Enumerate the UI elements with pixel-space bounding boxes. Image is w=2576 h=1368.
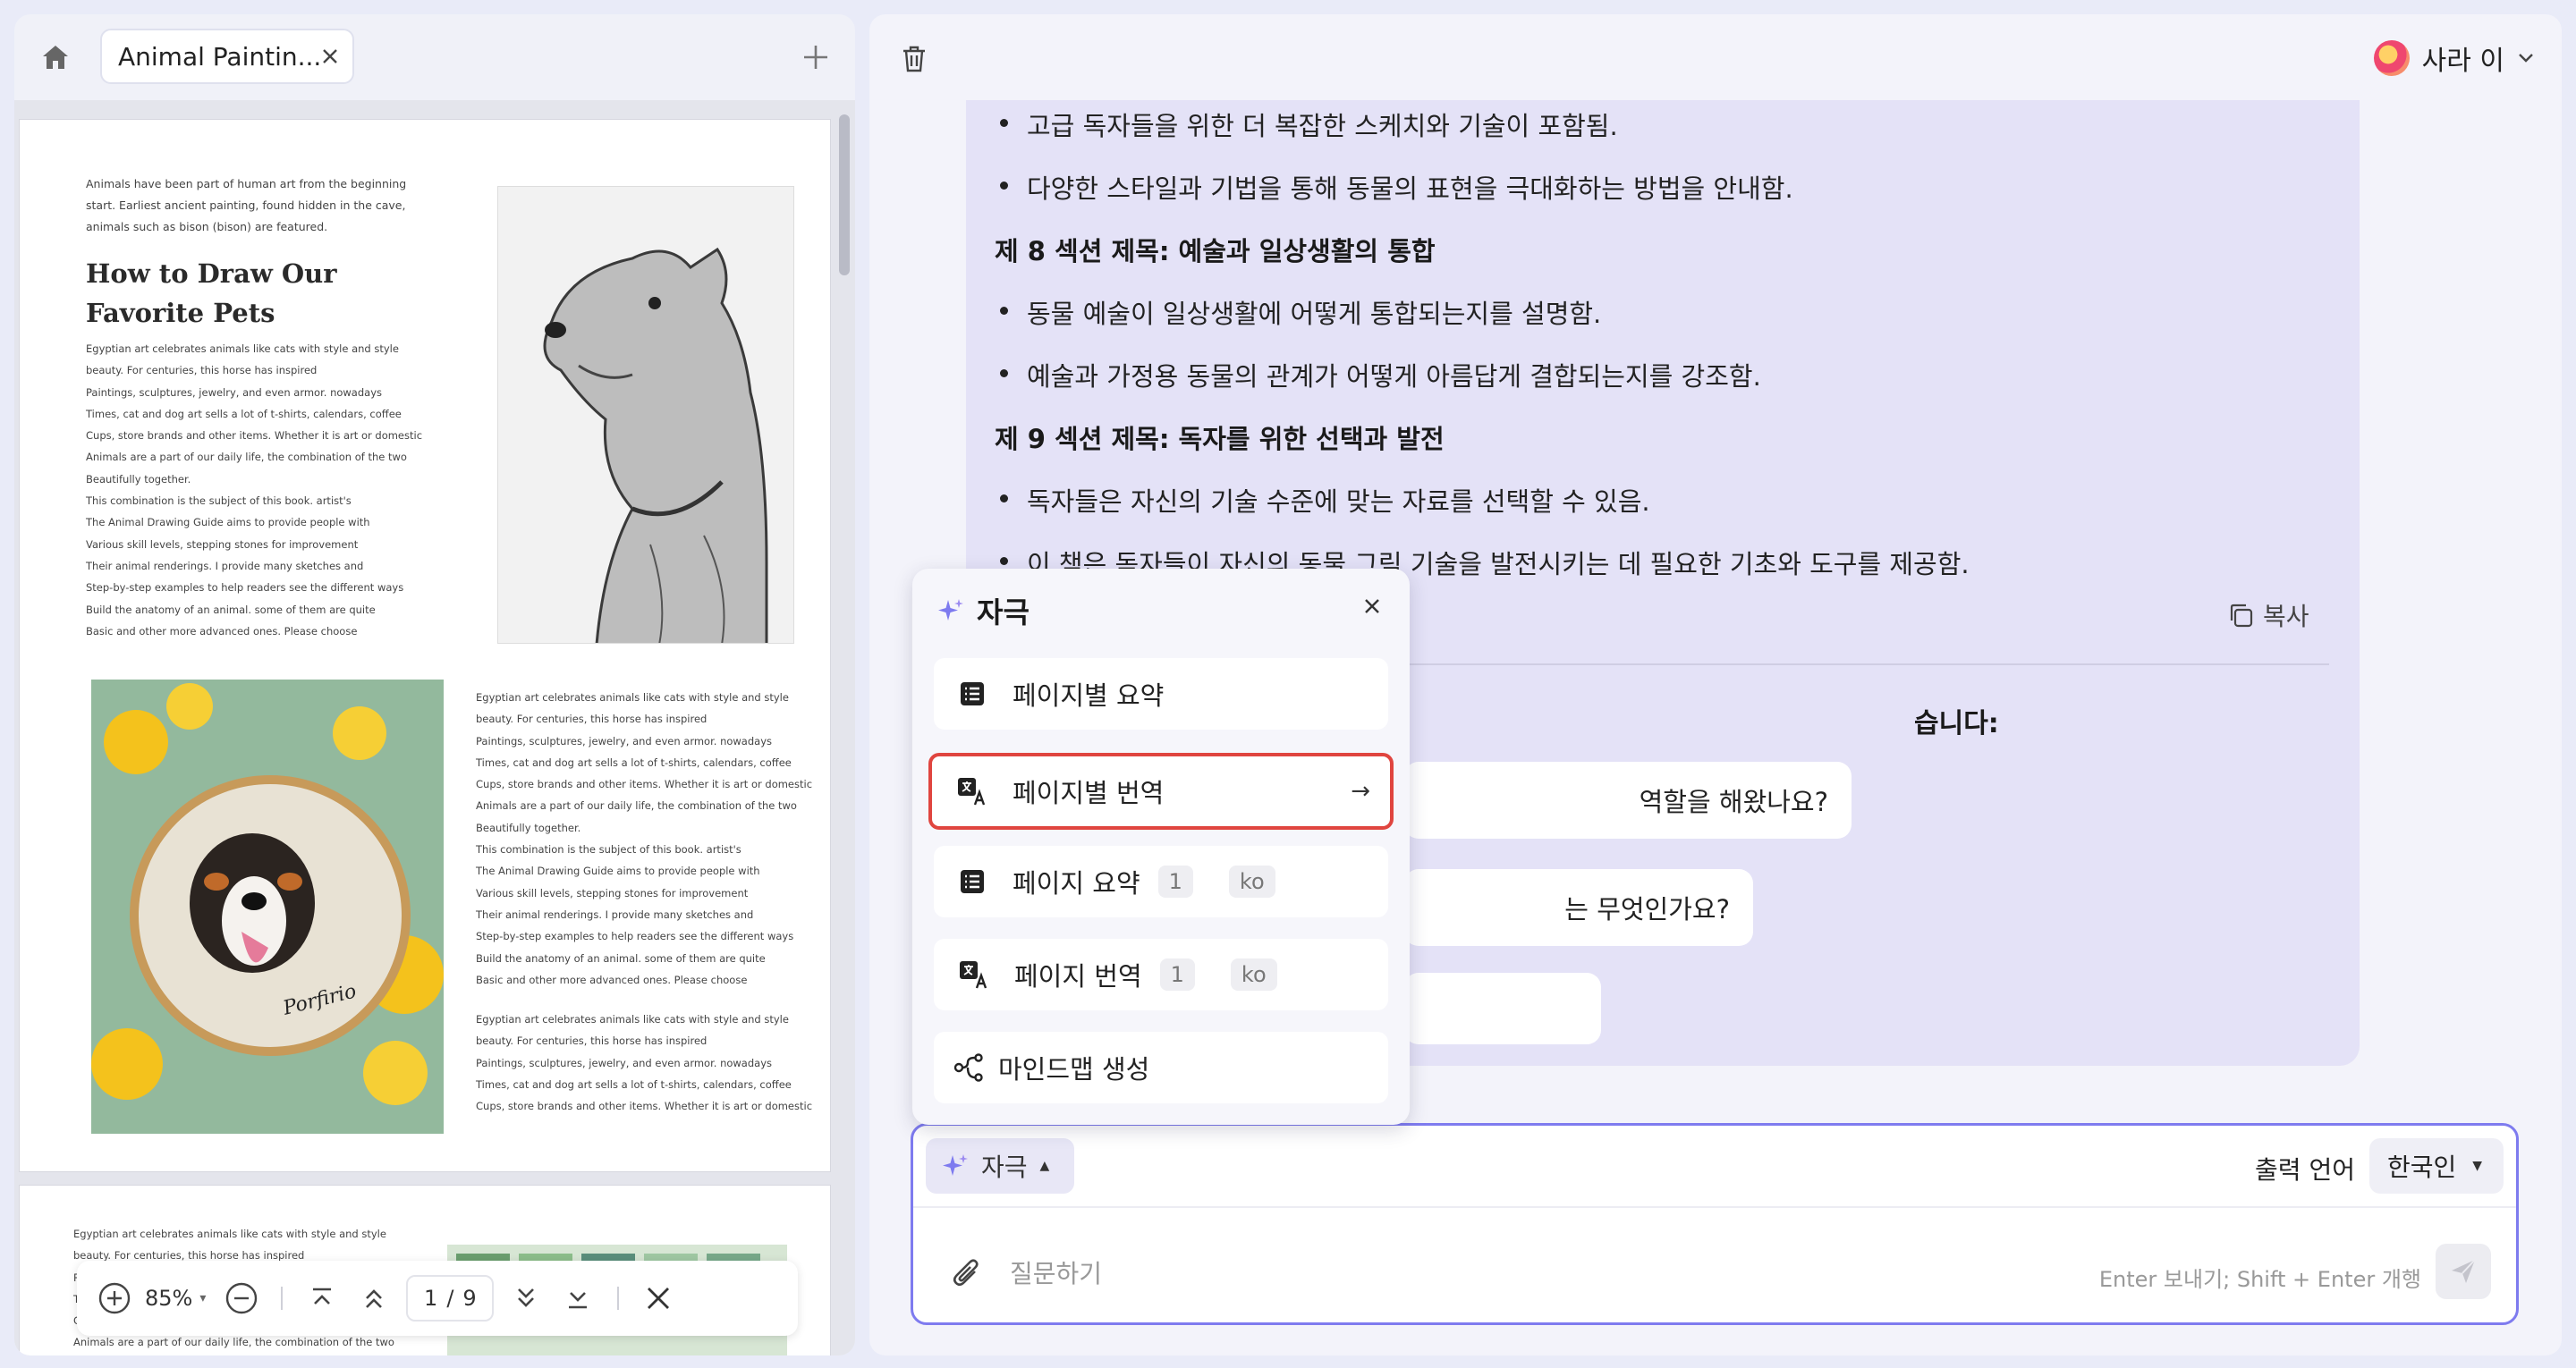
- pdf-viewer[interactable]: Animals have been part of human art from…: [14, 100, 855, 1355]
- page-separator: /: [446, 1286, 454, 1311]
- menu-item-summarize-by-page[interactable]: 페이지별 요약: [934, 658, 1388, 730]
- menu-item-label: 페이지별 번역: [1013, 778, 1165, 808]
- next-page-icon[interactable]: [506, 1279, 546, 1318]
- menu-item-label: 마인드맵 생성: [998, 1054, 1150, 1085]
- prompt-menu-header: 자극: [937, 590, 1030, 631]
- close-icon[interactable]: [321, 43, 338, 70]
- input-hint: Enter 보내기; Shift + Enter 개행: [2098, 1267, 2421, 1292]
- viewer-toolbar: 85% ▾ 1 / 9: [77, 1261, 798, 1336]
- menu-item-translate-by-page[interactable]: 페이지별 번역 →: [928, 753, 1394, 830]
- translate-icon: [958, 778, 986, 806]
- menu-item-generate-mindmap[interactable]: 마인드맵 생성: [934, 1032, 1388, 1103]
- copy-label: 복사: [2263, 602, 2309, 631]
- output-language-select[interactable]: 한국인 ▼: [2369, 1138, 2504, 1194]
- close-icon[interactable]: [1358, 592, 1386, 621]
- pdf-page-1: Animals have been part of human art from…: [20, 120, 830, 1171]
- page-number-tag[interactable]: 1: [1157, 866, 1193, 898]
- menu-item-label: 페이지 번역: [1014, 961, 1142, 992]
- page-body-text: Egyptian art celebrates animals like cat…: [86, 342, 423, 638]
- send-icon: [2452, 1259, 2476, 1283]
- current-page: 1: [424, 1286, 438, 1311]
- caret-down-icon: ▼: [2472, 1159, 2483, 1173]
- menu-item-label: 페이지 요약: [1013, 868, 1140, 899]
- answer-divider: [1404, 663, 2329, 665]
- avatar: [2373, 40, 2410, 76]
- dog-sketch-image: [497, 186, 794, 644]
- toolbar-divider: [281, 1287, 284, 1310]
- suggestion-chip[interactable]: 역할을 해왔나요?: [1404, 762, 1852, 839]
- copy-icon: [2230, 604, 2253, 628]
- page-body-text: Egyptian art celebrates animals like cat…: [476, 1013, 813, 1113]
- answer-bullet: 독자들은 자신의 기술 수준에 맞는 자료를 선택할 수 있음.: [995, 481, 1650, 519]
- chevron-down-icon: [2519, 54, 2533, 63]
- answer-bullet: 다양한 스타일과 기법을 통해 동물의 표현을 극대화하는 방법을 안내함.: [995, 168, 1793, 206]
- language-tag[interactable]: ko: [1228, 866, 1275, 898]
- sparkle-icon: [938, 599, 963, 621]
- menu-item-label: 페이지별 요약: [1013, 680, 1165, 711]
- prompt-menu: 자극 페이지별 요약 페이지별 번역 → 페이지 요약 1 ko 페이지 번역 …: [912, 569, 1410, 1125]
- sparkle-icon: [943, 1154, 968, 1176]
- arrow-right-icon: →: [1351, 778, 1370, 805]
- document-panel: Animal Paintin... Animals have been part…: [14, 14, 855, 1355]
- caret-up-icon: ▲: [1039, 1159, 1050, 1173]
- answer-bullet: 예술과 가정용 동물의 관계가 어떻게 아름답게 결합되는지를 강조함.: [995, 356, 1761, 393]
- language-tag[interactable]: ko: [1230, 958, 1277, 991]
- home-icon[interactable]: [38, 39, 73, 75]
- embroidery-image: Porfirio: [91, 680, 444, 1134]
- answer-heading: 제 9 섹션 제목: 독자를 위한 선택과 발전: [995, 424, 1445, 454]
- tab-bar: Animal Paintin...: [14, 14, 855, 100]
- suggestion-chip[interactable]: 는 무엇인가요?: [1404, 869, 1753, 946]
- zoom-in-icon[interactable]: [95, 1279, 134, 1318]
- chat-input-box: 자극 ▲ 출력 언어 한국인 ▼ Enter 보내기; Shift + Ente…: [911, 1123, 2519, 1325]
- document-tab-title: Animal Paintin...: [118, 41, 322, 72]
- toolbar-divider: [617, 1287, 620, 1310]
- user-name: 사라 이: [2421, 46, 2504, 77]
- paperclip-icon[interactable]: [949, 1256, 985, 1292]
- question-input[interactable]: [1010, 1251, 1994, 1296]
- prompt-mode-label: 자극: [981, 1153, 1028, 1182]
- mindmap-icon: [953, 1053, 983, 1082]
- total-pages: 9: [462, 1286, 477, 1311]
- zoom-level[interactable]: 85%: [145, 1286, 192, 1311]
- page-indicator[interactable]: 1 / 9: [406, 1275, 495, 1322]
- answer-bullet: 고급 독자들을 위한 더 복잡한 스케치와 기술이 포함됨.: [995, 106, 1618, 143]
- input-divider: [913, 1206, 2516, 1208]
- book-title: How to Draw Our Favorite Pets: [86, 258, 337, 328]
- answer-bullet: 동물 예술이 일상생활에 어떻게 통합되는지를 설명함.: [995, 293, 1601, 331]
- output-language-value: 한국인: [2387, 1153, 2457, 1182]
- document-tab[interactable]: Animal Paintin...: [100, 29, 354, 84]
- prompt-mode-button[interactable]: 자극 ▲: [926, 1138, 1074, 1194]
- translate-icon: [960, 961, 987, 989]
- list-icon: [961, 682, 984, 705]
- menu-item-summarize-page[interactable]: 페이지 요약 1 ko: [934, 846, 1388, 917]
- previous-page-icon[interactable]: [354, 1279, 394, 1318]
- suggestion-chip[interactable]: [1404, 973, 1601, 1044]
- first-page-icon[interactable]: [302, 1279, 342, 1318]
- user-menu[interactable]: 사라 이: [2373, 38, 2535, 79]
- add-tab-icon[interactable]: [800, 41, 832, 73]
- last-page-icon[interactable]: [558, 1279, 597, 1318]
- page-number-tag[interactable]: 1: [1159, 958, 1195, 991]
- zoom-out-icon[interactable]: [222, 1279, 261, 1318]
- trash-icon[interactable]: [896, 41, 932, 77]
- viewer-scrollbar-thumb[interactable]: [839, 114, 850, 275]
- send-button[interactable]: [2436, 1244, 2491, 1299]
- page-body-text: Egyptian art celebrates animals like cat…: [476, 691, 813, 986]
- menu-item-translate-page[interactable]: 페이지 번역 1 ko: [934, 939, 1388, 1010]
- zoom-caret-icon[interactable]: ▾: [199, 1291, 206, 1305]
- suggestions-title: 습니다:: [1914, 708, 1999, 739]
- copy-button[interactable]: 복사: [2227, 597, 2309, 633]
- prompt-menu-title: 자극: [977, 595, 1030, 629]
- output-language-label: 출력 언어: [2255, 1155, 2355, 1185]
- close-toolbar-icon[interactable]: [639, 1279, 678, 1318]
- answer-heading: 제 8 섹션 제목: 예술과 일상생활의 통합: [995, 236, 1436, 266]
- list-icon: [961, 870, 984, 893]
- viewer-scrollbar[interactable]: [837, 100, 852, 1355]
- page-intro-text: Animals have been part of human art from…: [86, 177, 407, 233]
